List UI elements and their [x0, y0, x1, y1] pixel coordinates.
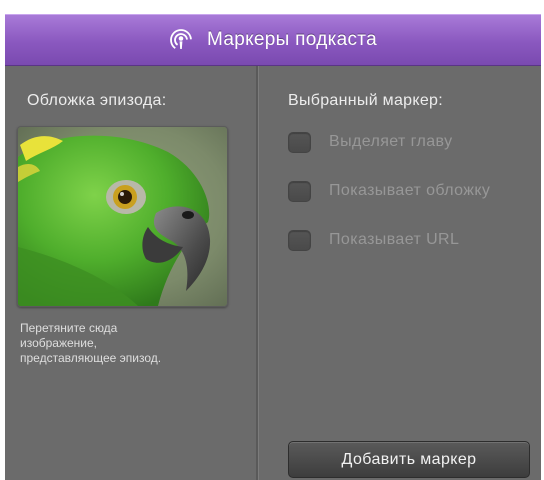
artwork-drop-hint: Перетяните сюда изображение, представляю… — [20, 321, 250, 366]
podcast-icon — [169, 28, 193, 52]
episode-artwork-drop-well[interactable] — [17, 126, 228, 307]
chapter-checkbox[interactable] — [288, 131, 311, 153]
parrot-artwork-image — [18, 127, 227, 306]
window-titlebar: Маркеры подкаста — [5, 14, 541, 66]
hint-line-1: Перетяните сюда — [20, 321, 118, 335]
episode-artwork-heading: Обложка эпизода: — [27, 92, 167, 109]
artwork-checkbox[interactable] — [288, 180, 311, 202]
markers-panel: Обложка эпизода: Перетяните сюда изображ… — [5, 66, 541, 480]
url-checkbox-label: Показывает URL — [329, 231, 460, 248]
chapter-checkbox-label: Выделяет главу — [329, 133, 453, 150]
artwork-checkbox-label: Показывает обложку — [329, 182, 491, 199]
url-checkbox[interactable] — [288, 229, 311, 251]
window-title: Маркеры подкаста — [207, 29, 377, 50]
podcast-markers-window: Маркеры подкаста Обложка эпизода: Перетя… — [0, 0, 544, 480]
hint-line-2: изображение, — [20, 336, 98, 350]
checkbox-row-url[interactable]: Показывает URL — [288, 228, 459, 252]
checkbox-row-artwork[interactable]: Показывает обложку — [288, 179, 490, 203]
selected-marker-heading: Выбранный маркер: — [288, 92, 444, 109]
add-marker-button[interactable]: Добавить маркер — [288, 441, 530, 478]
hint-line-3: представляющее эпизод. — [20, 351, 162, 365]
panel-divider — [256, 66, 259, 480]
checkbox-row-chapter[interactable]: Выделяет главу — [288, 130, 452, 154]
